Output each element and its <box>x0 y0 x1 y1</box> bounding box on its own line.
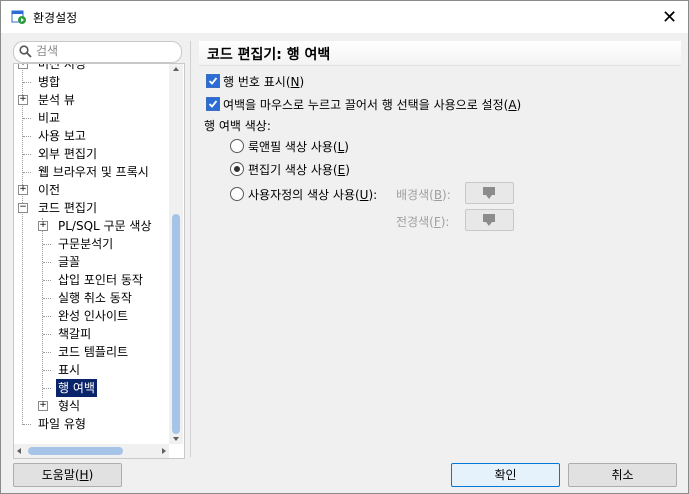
search-icon <box>19 45 32 61</box>
close-button[interactable]: ✕ <box>651 1 688 33</box>
page-title: 코드 편집기: 행 여백 <box>207 47 331 63</box>
editor-color-radio[interactable] <box>230 162 244 176</box>
page-header: 코드 편집기: 행 여백 <box>199 41 681 66</box>
custom-color-radio[interactable] <box>230 187 244 201</box>
custom-color-label[interactable]: 사용자정의 색상 사용(U): <box>248 186 377 203</box>
title-bar: 환경설정 ✕ <box>1 1 688 33</box>
horizontal-scroll-thumb[interactable] <box>28 447 123 455</box>
vertical-scroll-thumb[interactable] <box>172 214 180 434</box>
close-icon: ✕ <box>661 6 678 28</box>
tree-vertical-scrollbar[interactable] <box>169 64 183 444</box>
checkmark-icon <box>208 77 218 85</box>
collapse-icon[interactable]: − <box>18 203 28 213</box>
expand-icon[interactable]: + <box>18 95 28 105</box>
background-color-button[interactable] <box>465 182 514 204</box>
foreground-color-button[interactable] <box>465 209 514 231</box>
search-box <box>13 41 182 63</box>
dropdown-icon <box>486 222 492 226</box>
color-swatch-icon <box>483 214 495 222</box>
preferences-dialog: 환경설정 ✕ + 버전 지정 병합 + <box>0 0 689 494</box>
expand-icon[interactable]: + <box>18 185 28 195</box>
expand-icon[interactable]: + <box>38 401 48 411</box>
show-line-numbers-label[interactable]: 행 번호 표시(N) <box>223 73 304 90</box>
look-and-feel-color-label[interactable]: 룩앤필 색상 사용(L) <box>248 138 349 155</box>
expand-icon[interactable]: + <box>38 221 48 231</box>
window-title: 환경설정 <box>33 11 78 25</box>
cancel-button[interactable]: 취소 <box>568 463 677 487</box>
editor-color-label[interactable]: 편집기 색상 사용(E) <box>248 161 350 178</box>
panel-divider[interactable] <box>190 41 191 457</box>
drag-select-lines-checkbox[interactable] <box>206 97 220 111</box>
help-button[interactable]: 도움말(H) <box>13 463 122 487</box>
gutter-color-heading: 행 여백 색상: <box>204 119 271 133</box>
ok-button[interactable]: 확인 <box>451 463 560 487</box>
tree-horizontal-scrollbar[interactable] <box>14 444 169 458</box>
scroll-left-icon[interactable] <box>17 448 21 454</box>
checkmark-icon <box>208 100 218 108</box>
foreground-color-label: 전경색(F): <box>396 215 450 229</box>
app-icon <box>11 9 27 25</box>
scroll-down-icon[interactable] <box>173 437 179 441</box>
dropdown-icon <box>486 195 492 199</box>
look-and-feel-color-radio[interactable] <box>230 139 244 153</box>
show-line-numbers-checkbox[interactable] <box>206 74 220 88</box>
background-color-label: 배경색(B): <box>396 188 451 202</box>
search-input[interactable] <box>36 43 174 59</box>
expand-icon[interactable]: + <box>18 64 28 69</box>
drag-select-lines-label[interactable]: 여백을 마우스로 누르고 끌어서 행 선택을 사용으로 설정(A) <box>223 96 521 113</box>
color-swatch-icon <box>483 187 495 195</box>
scroll-right-icon[interactable] <box>162 448 166 454</box>
scroll-up-icon[interactable] <box>173 67 179 71</box>
category-tree: + 버전 지정 병합 + 분석 뷰 비교 사용 보고 외부 편집기 웹 브라우저… <box>13 63 185 459</box>
